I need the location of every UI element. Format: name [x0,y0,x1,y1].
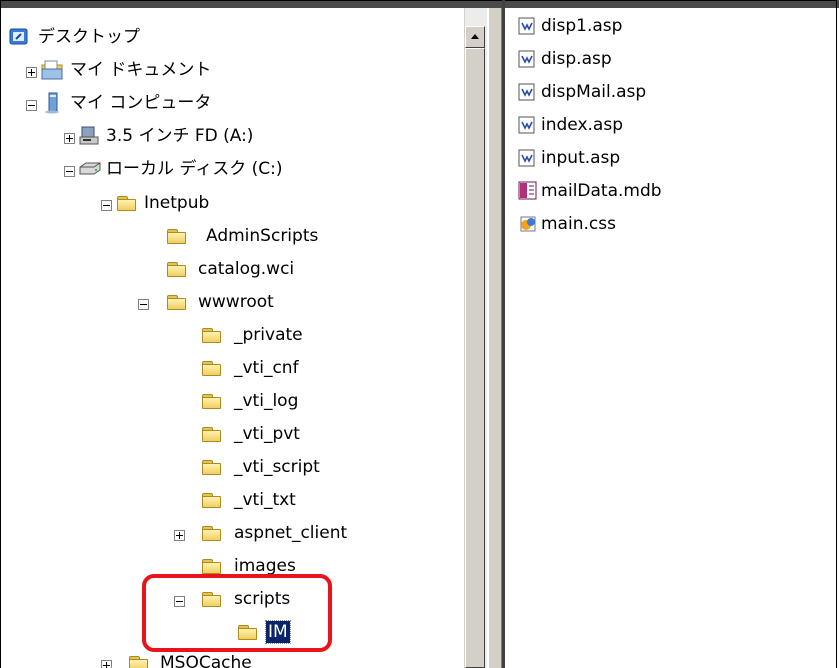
css-file-icon [518,214,536,234]
scroll-up-button[interactable] [465,26,485,48]
collapse-icon[interactable] [101,200,112,211]
tree-label: マイ ドキュメント [70,60,212,80]
file-name: disp1.asp [541,16,623,36]
tree-label: マイ コンピュータ [70,93,212,113]
my-computer-icon [41,92,65,114]
folder-icon [200,522,224,544]
tree-label: AdminScripts [206,226,319,246]
file-name: main.css [541,214,616,234]
folder-icon [165,291,189,313]
folder-icon [165,225,189,247]
tree-label: Inetpub [144,193,210,213]
expand-icon[interactable] [101,660,112,668]
expand-icon[interactable] [26,67,37,78]
collapse-icon[interactable] [138,299,149,310]
tree-label: MSOCache [160,653,252,668]
pane-divider [502,0,505,668]
tree-label: _vti_cnf [234,358,299,378]
asp-file-icon [518,82,536,102]
folder-icon [200,456,224,478]
asp-file-icon [518,16,536,36]
file-name: disp.asp [541,49,612,69]
file-name: dispMail.asp [541,82,647,102]
asp-file-icon [518,49,536,69]
tree-label: wwwroot [198,292,274,312]
tree-label: ローカル ディスク (C:) [106,159,283,179]
folder-icon [115,192,139,214]
tree-label: _vti_txt [234,490,296,510]
tree-label: _vti_log [234,391,299,411]
folder-icon [200,489,224,511]
file-name: input.asp [541,148,621,168]
folder-icon [200,357,224,379]
tree-label: デスクトップ [38,27,140,47]
collapse-icon[interactable] [26,100,37,111]
folder-tree-pane[interactable]: デスクトップ マイ ドキュメント マイ コンピュータ 3.5 インチ FD (A… [2,8,464,668]
expand-icon[interactable] [64,133,75,144]
annotation-highlight-box [142,574,332,652]
file-name: mailData.mdb [541,181,662,201]
my-documents-icon [41,59,65,81]
tree-label: 3.5 インチ FD (A:) [106,126,254,146]
tree-label: _vti_script [234,457,320,477]
scroll-thumb[interactable] [465,48,485,668]
file-list-pane[interactable]: disp1.asp disp.asp dispMail.asp index.as… [508,8,838,668]
tree-label: catalog.wci [198,259,295,279]
folder-icon [200,324,224,346]
floppy-drive-icon [78,125,102,147]
file-name: index.asp [541,115,623,135]
asp-file-icon [518,115,536,135]
expand-icon[interactable] [174,530,185,541]
tree-scrollbar[interactable] [464,8,487,668]
folder-icon [127,652,151,668]
access-db-icon [518,181,537,201]
asp-file-icon [518,148,536,168]
desktop-icon [8,26,32,48]
folder-icon [200,423,224,445]
folder-icon [165,258,189,280]
hard-disk-icon [78,158,102,180]
collapse-icon[interactable] [64,166,75,177]
folder-icon [200,390,224,412]
tree-label: aspnet_client [234,523,348,543]
pane-splitter[interactable] [488,8,502,668]
tree-label: _vti_pvt [234,424,300,444]
tree-label: _private [234,325,303,345]
